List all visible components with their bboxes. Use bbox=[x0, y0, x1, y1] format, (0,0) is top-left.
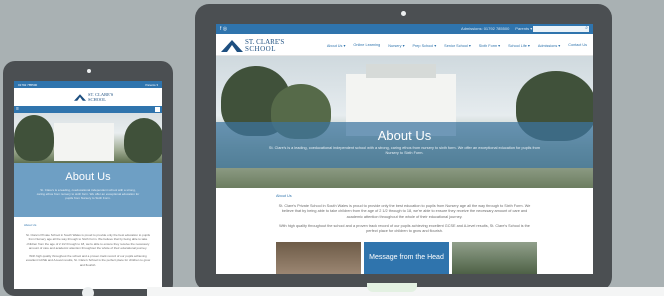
hamburger-menu-icon[interactable]: ≡ bbox=[16, 106, 19, 112]
hero-image: About Us St. Clare's is a leading, coedu… bbox=[216, 56, 593, 188]
tablet-device: 01792 785500 Parents ▾ ST. CLARE'S SCHOO… bbox=[3, 61, 173, 296]
desktop-screen: f ◎ Admissions: 01792 785500 Parents ▾ C… bbox=[216, 24, 593, 274]
tablet-quality-paragraph: With high quality throughout the school … bbox=[25, 253, 151, 267]
parents-link[interactable]: Parents ▾ bbox=[515, 26, 532, 31]
tablet-logo-line2: SCHOOL bbox=[88, 96, 107, 102]
grounds-photo-card[interactable] bbox=[452, 242, 537, 274]
nav-menu: About Us ▾ Online Learning Nursery ▾ Pre… bbox=[327, 43, 587, 48]
tablet-nav-bar: ≡ bbox=[14, 106, 162, 113]
crest-icon bbox=[221, 40, 243, 52]
nav-contact-us[interactable]: Contact Us bbox=[568, 43, 587, 48]
quality-paragraph: With high quality throughout the school … bbox=[279, 223, 530, 234]
nav-prep-school[interactable]: Prep School ▾ bbox=[413, 43, 437, 48]
tablet-parents-link[interactable]: Parents ▾ bbox=[145, 83, 158, 87]
tablet-phone[interactable]: 01792 785500 bbox=[18, 83, 37, 87]
search-icon[interactable]: ⌕ bbox=[585, 25, 588, 31]
tablet-top-bar: 01792 785500 Parents ▾ bbox=[14, 81, 162, 88]
social-icons[interactable]: f ◎ bbox=[220, 26, 227, 32]
tablet-about-panel: About Us St. Clare's is a leading, coedu… bbox=[14, 163, 162, 217]
top-bar: f ◎ Admissions: 01792 785500 Parents ▾ C… bbox=[216, 24, 593, 34]
tablet-intro-paragraph: St. Clare's Private School in South Wale… bbox=[25, 232, 151, 251]
tablet-hero-image bbox=[14, 113, 162, 163]
head-photo-card[interactable] bbox=[276, 242, 361, 274]
desktop-monitor: f ◎ Admissions: 01792 785500 Parents ▾ C… bbox=[195, 4, 612, 291]
tablet-search-icon[interactable] bbox=[155, 107, 160, 112]
monitor-camera bbox=[401, 11, 406, 16]
feature-cards: Message from the Head bbox=[276, 242, 537, 274]
hero-subtitle: St. Clare's is a leading, coeducational … bbox=[268, 146, 541, 156]
nav-online-learning[interactable]: Online Learning bbox=[353, 43, 380, 48]
tablet-home-button[interactable] bbox=[82, 287, 94, 296]
tablet-page-title: About Us bbox=[65, 171, 111, 183]
school-logo[interactable]: ST. CLARE'S SCHOOL bbox=[221, 39, 284, 53]
main-nav: ST. CLARE'S SCHOOL About Us ▾ Online Lea… bbox=[216, 34, 593, 56]
main-content: About Us St. Clare's Private School in S… bbox=[216, 188, 593, 235]
nav-sixth-form[interactable]: Sixth Form ▾ bbox=[479, 43, 500, 48]
tablet-breadcrumb[interactable]: About Us bbox=[24, 223, 152, 228]
search-input[interactable]: ⌕ bbox=[533, 25, 589, 32]
logo-line2: SCHOOL bbox=[245, 45, 277, 53]
tablet-crest-icon bbox=[74, 94, 86, 101]
nav-about-us[interactable]: About Us ▾ bbox=[327, 43, 346, 48]
tablet-logo[interactable]: ST. CLARE'S SCHOOL bbox=[14, 88, 162, 106]
breadcrumb[interactable]: About Us bbox=[276, 194, 533, 200]
laptop-notch bbox=[367, 283, 417, 292]
tablet-content: About Us St. Clare's Private School in S… bbox=[14, 217, 162, 267]
message-from-head-card[interactable]: Message from the Head bbox=[364, 242, 449, 274]
admissions-phone-link[interactable]: Admissions: 01792 785500 bbox=[461, 26, 509, 31]
nav-school-life[interactable]: School Life ▾ bbox=[508, 43, 530, 48]
page-title: About Us bbox=[377, 128, 432, 143]
nav-admissions[interactable]: Admissions ▾ bbox=[538, 43, 560, 48]
tablet-camera bbox=[87, 69, 91, 73]
tablet-screen: 01792 785500 Parents ▾ ST. CLARE'S SCHOO… bbox=[14, 81, 162, 289]
tablet-subtitle: St. Clare's is a leading, coeducational … bbox=[36, 188, 140, 201]
nav-nursery[interactable]: Nursery ▾ bbox=[388, 43, 404, 48]
nav-senior-school[interactable]: Senior School ▾ bbox=[444, 43, 471, 48]
intro-paragraph: St. Clare's Private School in South Wale… bbox=[278, 203, 531, 220]
